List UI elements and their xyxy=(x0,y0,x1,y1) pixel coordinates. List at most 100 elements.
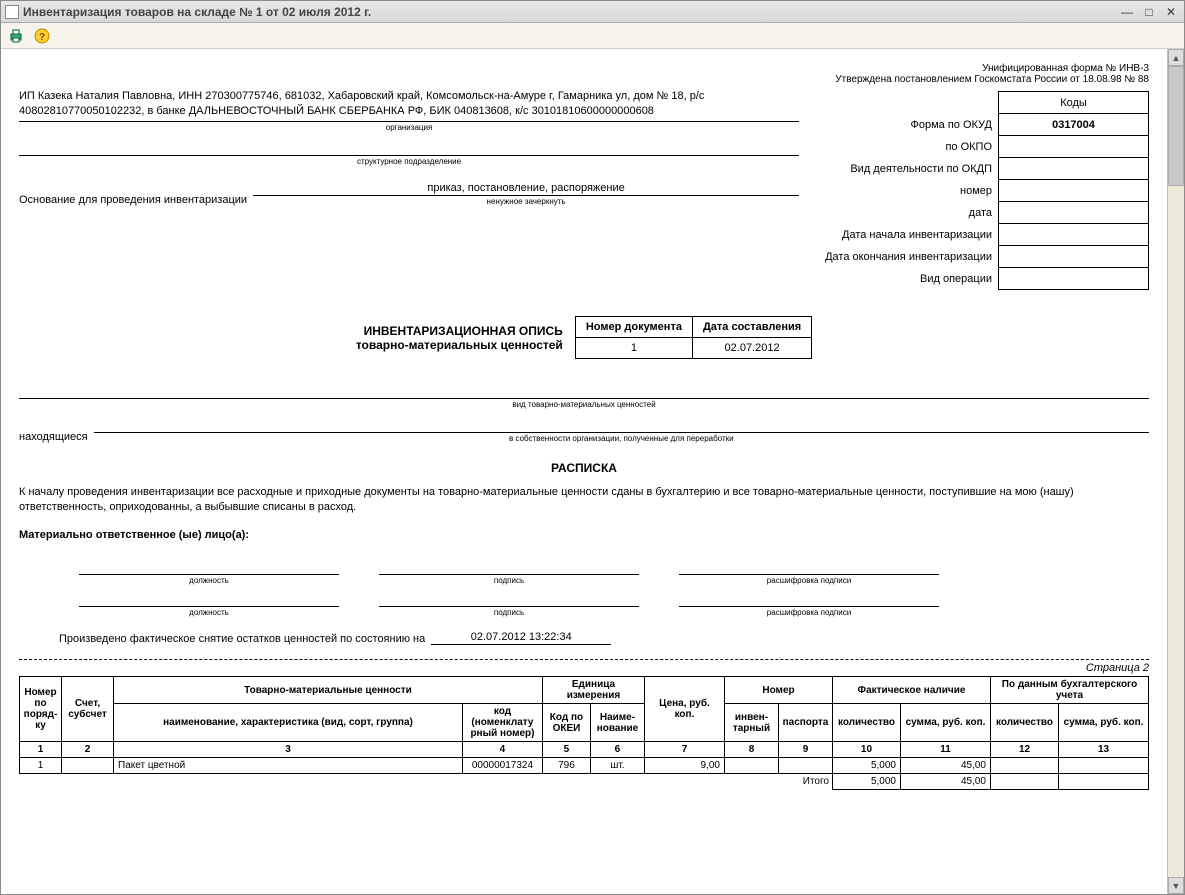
close-button[interactable]: ✕ xyxy=(1162,4,1180,20)
scroll-up-button[interactable]: ▲ xyxy=(1168,49,1184,66)
h-price: Цена, руб. коп. xyxy=(644,677,724,742)
scroll-thumb[interactable] xyxy=(1168,66,1184,186)
cell-n: 1 xyxy=(20,758,62,774)
help-button[interactable]: ? xyxy=(31,25,53,47)
inv-start-label: Дата начала инвентаризации xyxy=(819,224,998,246)
h-unit-code: Код по ОКЕИ xyxy=(542,704,590,742)
minimize-button[interactable]: — xyxy=(1118,4,1136,20)
window: Инвентаризация товаров на складе № 1 от … xyxy=(0,0,1185,895)
doc-meta-table: Номер документа Дата составления 1 02.07… xyxy=(575,316,812,359)
sig2-position-line xyxy=(79,593,339,607)
help-icon: ? xyxy=(34,28,50,44)
print-button[interactable] xyxy=(5,25,27,47)
receipt-text: К началу проведения инвентаризации все р… xyxy=(19,485,1149,516)
cell-price: 9,00 xyxy=(644,758,724,774)
okpo-label: по ОКПО xyxy=(819,136,998,158)
oper-value xyxy=(999,268,1149,290)
total-fact-sum: 45,00 xyxy=(900,774,990,790)
sig1-position-cap: должность xyxy=(79,576,339,585)
data-table: Номер по поряд-ку Счет, субсчет Товарно-… xyxy=(19,676,1149,790)
sig2-decode-cap: расшифровка подписи xyxy=(679,608,939,617)
vertical-scrollbar[interactable]: ▲ ▼ xyxy=(1167,49,1184,894)
form-header-1: Унифицированная форма № ИНВ-3 xyxy=(19,63,1149,74)
cell-inv xyxy=(724,758,778,774)
colnum-9: 9 xyxy=(778,742,832,758)
unit-caption: структурное подразделение xyxy=(19,157,799,166)
h-unit-name: Наиме-нование xyxy=(590,704,644,742)
colnum-7: 7 xyxy=(644,742,724,758)
doc-number: 1 xyxy=(575,338,692,359)
page-marker: Страница 2 xyxy=(19,659,1149,674)
total-book-qty xyxy=(991,774,1059,790)
colnum-5: 5 xyxy=(542,742,590,758)
cell-book-qty xyxy=(991,758,1059,774)
col-doc-number: Номер документа xyxy=(575,317,692,338)
okud-label: Форма по ОКУД xyxy=(819,114,998,136)
inv-start-value xyxy=(999,224,1149,246)
signature-row-2: должность подпись расшифровка подписи xyxy=(19,593,1149,617)
doc-title-1: ИНВЕНТАРИЗАЦИОННАЯ ОПИСЬ xyxy=(356,324,563,338)
window-title: Инвентаризация товаров на складе № 1 от … xyxy=(23,5,1118,19)
cell-fact-qty: 5,000 xyxy=(832,758,900,774)
h-pass: паспорта xyxy=(778,704,832,742)
located-label: находящиеся xyxy=(19,431,88,443)
colnum-11: 11 xyxy=(900,742,990,758)
okdp-label: Вид деятельности по ОКДП xyxy=(819,158,998,180)
inv-end-label: Дата окончания инвентаризации xyxy=(819,246,998,268)
okdp-value xyxy=(999,158,1149,180)
codes-block: Коды Форма по ОКУД0317004 по ОКПО Вид де… xyxy=(819,91,1149,290)
date-value xyxy=(999,202,1149,224)
document: Унифицированная форма № ИНВ-3 Утверждена… xyxy=(1,49,1167,894)
inv-end-value xyxy=(999,246,1149,268)
svg-text:?: ? xyxy=(39,32,45,43)
cell-pass xyxy=(778,758,832,774)
basis-label: Основание для проведения инвентаризации xyxy=(19,194,247,206)
scroll-track[interactable] xyxy=(1168,66,1184,877)
content-area: Унифицированная форма № ИНВ-3 Утверждена… xyxy=(1,49,1184,894)
okpo-value xyxy=(999,136,1149,158)
sig2-sign-cap: подпись xyxy=(379,608,639,617)
basis-value: приказ, постановление, распоряжение xyxy=(253,182,799,196)
sig2-decode-line xyxy=(679,593,939,607)
sig1-sign-cap: подпись xyxy=(379,576,639,585)
printer-icon xyxy=(8,28,24,44)
okud-value: 0317004 xyxy=(999,114,1149,136)
h-goods: Товарно-материальные ценности xyxy=(114,677,543,704)
total-label: Итого xyxy=(20,774,833,790)
h-fact: Фактическое наличие xyxy=(832,677,990,704)
maximize-button[interactable]: □ xyxy=(1140,4,1158,20)
colnum-13: 13 xyxy=(1059,742,1149,758)
scroll-down-button[interactable]: ▼ xyxy=(1168,877,1184,894)
form-header-2: Утверждена постановлением Госкомстата Ро… xyxy=(19,74,1149,85)
kind-line xyxy=(19,385,1149,399)
signature-row-1: должность подпись расшифровка подписи xyxy=(19,561,1149,585)
h-number: Номер xyxy=(724,677,832,704)
sig2-sign-line xyxy=(379,593,639,607)
document-icon xyxy=(5,5,19,19)
date-label: дата xyxy=(819,202,998,224)
cell-acc xyxy=(62,758,114,774)
colnum-2: 2 xyxy=(62,742,114,758)
h-fact-qty: количество xyxy=(832,704,900,742)
col-doc-date: Дата составления xyxy=(692,317,811,338)
colnum-6: 6 xyxy=(590,742,644,758)
table-row: 1 Пакет цветной 00000017324 796 шт. 9,00… xyxy=(20,758,1149,774)
total-book-sum xyxy=(1059,774,1149,790)
cell-code: 00000017324 xyxy=(462,758,542,774)
number-value xyxy=(999,180,1149,202)
titlebar: Инвентаризация товаров на складе № 1 от … xyxy=(1,1,1184,23)
unit-line xyxy=(19,142,799,156)
receipt-title: РАСПИСКА xyxy=(19,461,1149,475)
cell-fact-sum: 45,00 xyxy=(900,758,990,774)
colnum-10: 10 xyxy=(832,742,900,758)
org-text: ИП Казека Наталия Павловна, ИНН 27030077… xyxy=(19,89,799,122)
cell-unit: шт. xyxy=(590,758,644,774)
oper-label: Вид операции xyxy=(819,268,998,290)
number-label: номер xyxy=(819,180,998,202)
toolbar: ? xyxy=(1,23,1184,49)
org-caption: организация xyxy=(19,123,799,132)
cell-okei: 796 xyxy=(542,758,590,774)
h-acc: Счет, субсчет xyxy=(62,677,114,742)
total-fact-qty: 5,000 xyxy=(832,774,900,790)
located-line xyxy=(94,419,1149,433)
